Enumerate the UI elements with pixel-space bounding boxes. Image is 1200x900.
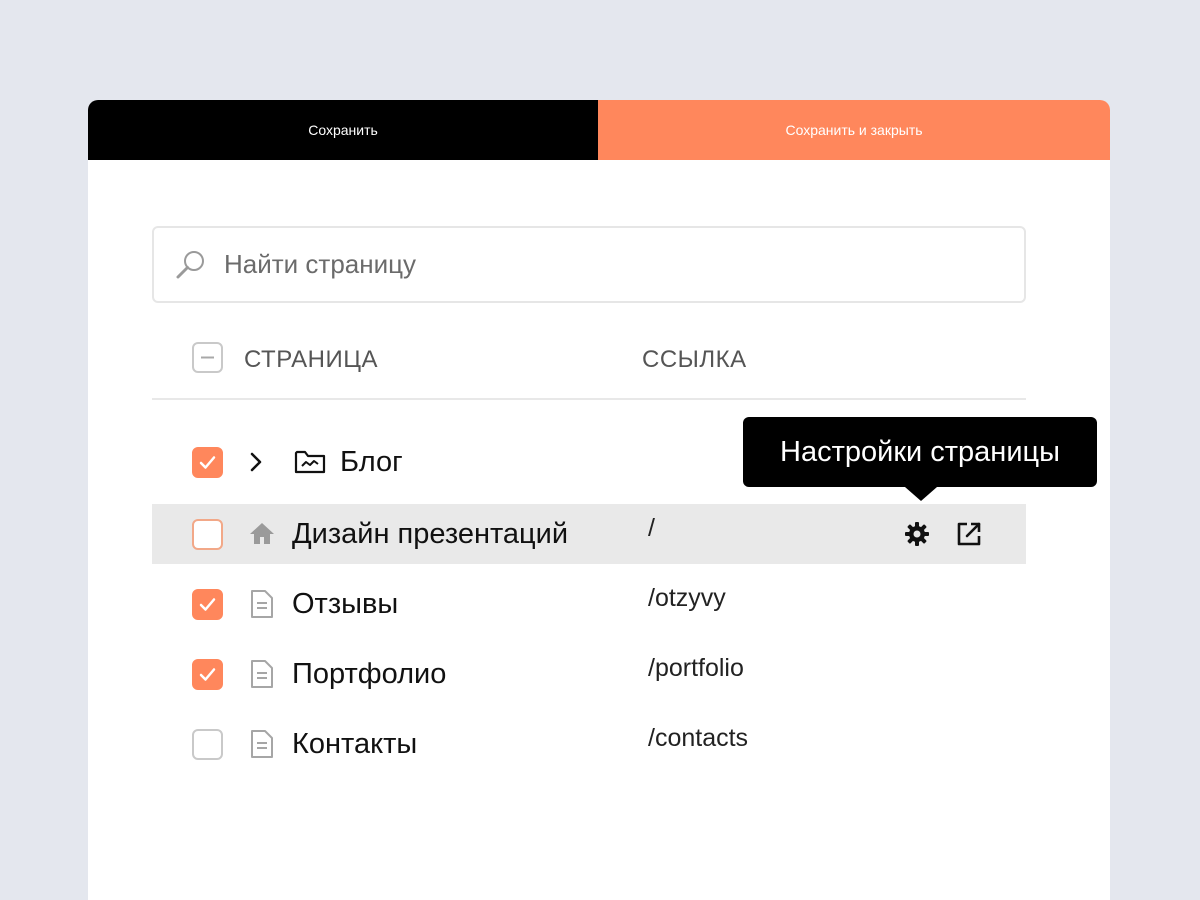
minus-icon bbox=[201, 356, 214, 359]
tooltip-text: Настройки страницы bbox=[780, 435, 1060, 468]
search-box bbox=[152, 226, 1026, 303]
gear-icon[interactable] bbox=[904, 521, 930, 552]
tooltip-arrow bbox=[905, 487, 937, 501]
save-button[interactable]: Сохранить bbox=[88, 100, 598, 160]
table-row-design[interactable]: Дизайн презентаций / bbox=[152, 504, 1026, 564]
table-row-contacts[interactable]: Контакты /contacts bbox=[152, 714, 1026, 774]
row-link: /contacts bbox=[648, 724, 749, 752]
search-icon bbox=[174, 248, 208, 282]
row-checkbox[interactable] bbox=[192, 729, 223, 760]
external-link-icon[interactable] bbox=[956, 521, 982, 552]
search-input[interactable] bbox=[224, 249, 984, 280]
page-icon bbox=[250, 729, 274, 764]
chevron-right-icon[interactable] bbox=[248, 451, 264, 478]
row-name: Портфолио bbox=[292, 658, 447, 690]
row-link: / bbox=[648, 514, 655, 542]
save-and-close-button[interactable]: Сохранить и закрыть bbox=[598, 100, 1110, 160]
row-name: Дизайн презентаций bbox=[292, 518, 569, 550]
select-all-checkbox[interactable] bbox=[192, 342, 223, 373]
row-link: /otzyvy bbox=[648, 584, 726, 612]
page-settings-tooltip: Настройки страницы bbox=[743, 417, 1097, 501]
folder-icon bbox=[294, 449, 326, 480]
row-name: Блог bbox=[340, 446, 403, 478]
toolbar: Сохранить Сохранить и закрыть bbox=[88, 100, 1110, 160]
row-checkbox[interactable] bbox=[192, 589, 223, 620]
row-checkbox[interactable] bbox=[192, 659, 223, 690]
row-link: /portfolio bbox=[648, 654, 744, 682]
page-manager-panel: Сохранить Сохранить и закрыть СТРАНИЦА С… bbox=[88, 100, 1110, 900]
table-row-portfolio[interactable]: Портфолио /portfolio bbox=[152, 644, 1026, 704]
column-header-page: СТРАНИЦА bbox=[244, 346, 378, 373]
page-icon bbox=[250, 589, 274, 624]
column-header-link: ССЫЛКА bbox=[642, 346, 747, 373]
home-icon bbox=[249, 521, 275, 550]
table-header: СТРАНИЦА ССЫЛКА bbox=[152, 338, 1026, 400]
table-row-otzyvy[interactable]: Отзывы /otzyvy bbox=[152, 574, 1026, 634]
checkmark-icon bbox=[199, 456, 216, 469]
row-checkbox[interactable] bbox=[192, 447, 223, 478]
page-icon bbox=[250, 659, 274, 694]
row-name: Отзывы bbox=[292, 588, 399, 620]
row-checkbox[interactable] bbox=[192, 519, 223, 550]
checkmark-icon bbox=[199, 598, 216, 611]
row-name: Контакты bbox=[292, 728, 418, 760]
checkmark-icon bbox=[199, 668, 216, 681]
